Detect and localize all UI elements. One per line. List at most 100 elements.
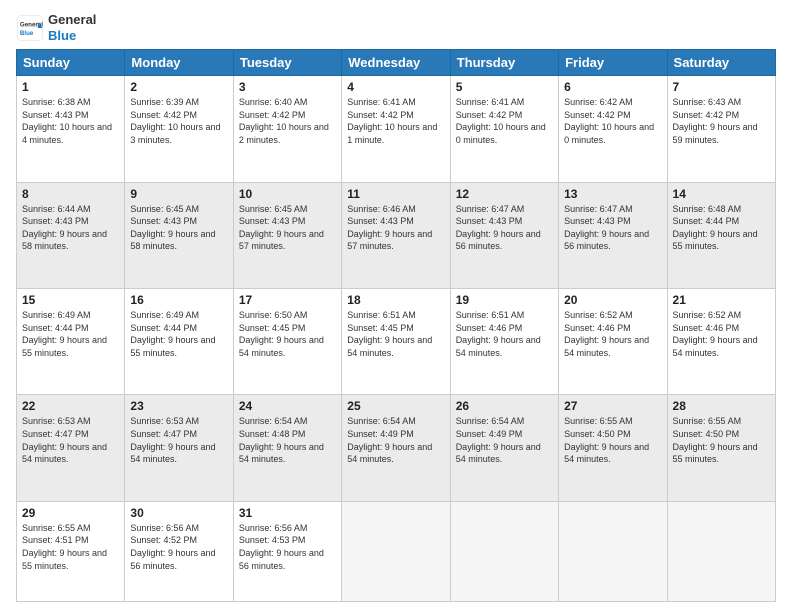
day-number: 2 <box>130 80 227 94</box>
weekday-header-row: SundayMondayTuesdayWednesdayThursdayFrid… <box>17 50 776 76</box>
day-info: Sunrise: 6:39 AMSunset: 4:42 PMDaylight:… <box>130 96 227 146</box>
day-number: 31 <box>239 506 336 520</box>
day-number: 9 <box>130 187 227 201</box>
calendar-cell <box>342 501 450 601</box>
day-number: 28 <box>673 399 770 413</box>
day-info: Sunrise: 6:51 AMSunset: 4:46 PMDaylight:… <box>456 309 553 359</box>
day-info: Sunrise: 6:51 AMSunset: 4:45 PMDaylight:… <box>347 309 444 359</box>
day-info: Sunrise: 6:47 AMSunset: 4:43 PMDaylight:… <box>456 203 553 253</box>
logo-text: General Blue <box>48 12 96 43</box>
day-info: Sunrise: 6:54 AMSunset: 4:49 PMDaylight:… <box>347 415 444 465</box>
calendar-cell: 15 Sunrise: 6:49 AMSunset: 4:44 PMDaylig… <box>17 288 125 394</box>
calendar-cell: 22 Sunrise: 6:53 AMSunset: 4:47 PMDaylig… <box>17 395 125 501</box>
day-number: 30 <box>130 506 227 520</box>
day-number: 1 <box>22 80 119 94</box>
day-number: 11 <box>347 187 444 201</box>
calendar-week-2: 8 Sunrise: 6:44 AMSunset: 4:43 PMDayligh… <box>17 182 776 288</box>
day-number: 3 <box>239 80 336 94</box>
day-number: 19 <box>456 293 553 307</box>
day-info: Sunrise: 6:52 AMSunset: 4:46 PMDaylight:… <box>673 309 770 359</box>
calendar-cell: 3 Sunrise: 6:40 AMSunset: 4:42 PMDayligh… <box>233 76 341 182</box>
calendar-cell: 19 Sunrise: 6:51 AMSunset: 4:46 PMDaylig… <box>450 288 558 394</box>
calendar-week-5: 29 Sunrise: 6:55 AMSunset: 4:51 PMDaylig… <box>17 501 776 601</box>
calendar-cell: 23 Sunrise: 6:53 AMSunset: 4:47 PMDaylig… <box>125 395 233 501</box>
weekday-header-wednesday: Wednesday <box>342 50 450 76</box>
calendar-cell: 13 Sunrise: 6:47 AMSunset: 4:43 PMDaylig… <box>559 182 667 288</box>
calendar-cell: 28 Sunrise: 6:55 AMSunset: 4:50 PMDaylig… <box>667 395 775 501</box>
day-number: 13 <box>564 187 661 201</box>
calendar-cell: 1 Sunrise: 6:38 AMSunset: 4:43 PMDayligh… <box>17 76 125 182</box>
weekday-header-thursday: Thursday <box>450 50 558 76</box>
day-info: Sunrise: 6:44 AMSunset: 4:43 PMDaylight:… <box>22 203 119 253</box>
calendar-table: SundayMondayTuesdayWednesdayThursdayFrid… <box>16 49 776 602</box>
day-info: Sunrise: 6:56 AMSunset: 4:53 PMDaylight:… <box>239 522 336 572</box>
day-info: Sunrise: 6:53 AMSunset: 4:47 PMDaylight:… <box>22 415 119 465</box>
calendar-cell: 5 Sunrise: 6:41 AMSunset: 4:42 PMDayligh… <box>450 76 558 182</box>
weekday-header-saturday: Saturday <box>667 50 775 76</box>
calendar-cell: 20 Sunrise: 6:52 AMSunset: 4:46 PMDaylig… <box>559 288 667 394</box>
calendar-cell <box>450 501 558 601</box>
day-number: 25 <box>347 399 444 413</box>
day-info: Sunrise: 6:46 AMSunset: 4:43 PMDaylight:… <box>347 203 444 253</box>
day-info: Sunrise: 6:47 AMSunset: 4:43 PMDaylight:… <box>564 203 661 253</box>
day-number: 27 <box>564 399 661 413</box>
calendar-cell: 30 Sunrise: 6:56 AMSunset: 4:52 PMDaylig… <box>125 501 233 601</box>
weekday-header-sunday: Sunday <box>17 50 125 76</box>
day-number: 24 <box>239 399 336 413</box>
day-number: 7 <box>673 80 770 94</box>
calendar-cell: 21 Sunrise: 6:52 AMSunset: 4:46 PMDaylig… <box>667 288 775 394</box>
calendar-cell: 11 Sunrise: 6:46 AMSunset: 4:43 PMDaylig… <box>342 182 450 288</box>
calendar-week-1: 1 Sunrise: 6:38 AMSunset: 4:43 PMDayligh… <box>17 76 776 182</box>
day-info: Sunrise: 6:41 AMSunset: 4:42 PMDaylight:… <box>347 96 444 146</box>
day-number: 14 <box>673 187 770 201</box>
calendar-cell: 9 Sunrise: 6:45 AMSunset: 4:43 PMDayligh… <box>125 182 233 288</box>
weekday-header-friday: Friday <box>559 50 667 76</box>
day-number: 8 <box>22 187 119 201</box>
day-info: Sunrise: 6:43 AMSunset: 4:42 PMDaylight:… <box>673 96 770 146</box>
calendar-cell: 10 Sunrise: 6:45 AMSunset: 4:43 PMDaylig… <box>233 182 341 288</box>
day-number: 6 <box>564 80 661 94</box>
day-info: Sunrise: 6:40 AMSunset: 4:42 PMDaylight:… <box>239 96 336 146</box>
page: General Blue General Blue SundayMondayTu… <box>0 0 792 612</box>
calendar-cell: 12 Sunrise: 6:47 AMSunset: 4:43 PMDaylig… <box>450 182 558 288</box>
day-number: 23 <box>130 399 227 413</box>
day-info: Sunrise: 6:55 AMSunset: 4:51 PMDaylight:… <box>22 522 119 572</box>
day-number: 26 <box>456 399 553 413</box>
calendar-week-4: 22 Sunrise: 6:53 AMSunset: 4:47 PMDaylig… <box>17 395 776 501</box>
calendar-cell: 29 Sunrise: 6:55 AMSunset: 4:51 PMDaylig… <box>17 501 125 601</box>
day-info: Sunrise: 6:54 AMSunset: 4:49 PMDaylight:… <box>456 415 553 465</box>
calendar-cell: 8 Sunrise: 6:44 AMSunset: 4:43 PMDayligh… <box>17 182 125 288</box>
day-number: 12 <box>456 187 553 201</box>
day-info: Sunrise: 6:50 AMSunset: 4:45 PMDaylight:… <box>239 309 336 359</box>
day-info: Sunrise: 6:55 AMSunset: 4:50 PMDaylight:… <box>564 415 661 465</box>
calendar-cell: 6 Sunrise: 6:42 AMSunset: 4:42 PMDayligh… <box>559 76 667 182</box>
svg-text:Blue: Blue <box>20 30 34 37</box>
day-number: 21 <box>673 293 770 307</box>
day-info: Sunrise: 6:42 AMSunset: 4:42 PMDaylight:… <box>564 96 661 146</box>
logo: General Blue General Blue <box>16 12 96 43</box>
calendar-week-3: 15 Sunrise: 6:49 AMSunset: 4:44 PMDaylig… <box>17 288 776 394</box>
calendar-cell <box>667 501 775 601</box>
calendar-cell: 14 Sunrise: 6:48 AMSunset: 4:44 PMDaylig… <box>667 182 775 288</box>
calendar-cell: 31 Sunrise: 6:56 AMSunset: 4:53 PMDaylig… <box>233 501 341 601</box>
calendar-cell: 16 Sunrise: 6:49 AMSunset: 4:44 PMDaylig… <box>125 288 233 394</box>
day-info: Sunrise: 6:49 AMSunset: 4:44 PMDaylight:… <box>130 309 227 359</box>
day-number: 5 <box>456 80 553 94</box>
day-info: Sunrise: 6:52 AMSunset: 4:46 PMDaylight:… <box>564 309 661 359</box>
weekday-header-tuesday: Tuesday <box>233 50 341 76</box>
calendar-cell: 26 Sunrise: 6:54 AMSunset: 4:49 PMDaylig… <box>450 395 558 501</box>
day-info: Sunrise: 6:45 AMSunset: 4:43 PMDaylight:… <box>239 203 336 253</box>
day-number: 22 <box>22 399 119 413</box>
day-number: 29 <box>22 506 119 520</box>
day-number: 20 <box>564 293 661 307</box>
day-info: Sunrise: 6:38 AMSunset: 4:43 PMDaylight:… <box>22 96 119 146</box>
day-info: Sunrise: 6:49 AMSunset: 4:44 PMDaylight:… <box>22 309 119 359</box>
day-info: Sunrise: 6:48 AMSunset: 4:44 PMDaylight:… <box>673 203 770 253</box>
calendar-cell: 24 Sunrise: 6:54 AMSunset: 4:48 PMDaylig… <box>233 395 341 501</box>
day-info: Sunrise: 6:56 AMSunset: 4:52 PMDaylight:… <box>130 522 227 572</box>
day-info: Sunrise: 6:55 AMSunset: 4:50 PMDaylight:… <box>673 415 770 465</box>
calendar-cell: 4 Sunrise: 6:41 AMSunset: 4:42 PMDayligh… <box>342 76 450 182</box>
day-info: Sunrise: 6:54 AMSunset: 4:48 PMDaylight:… <box>239 415 336 465</box>
calendar-cell: 27 Sunrise: 6:55 AMSunset: 4:50 PMDaylig… <box>559 395 667 501</box>
calendar-cell: 17 Sunrise: 6:50 AMSunset: 4:45 PMDaylig… <box>233 288 341 394</box>
